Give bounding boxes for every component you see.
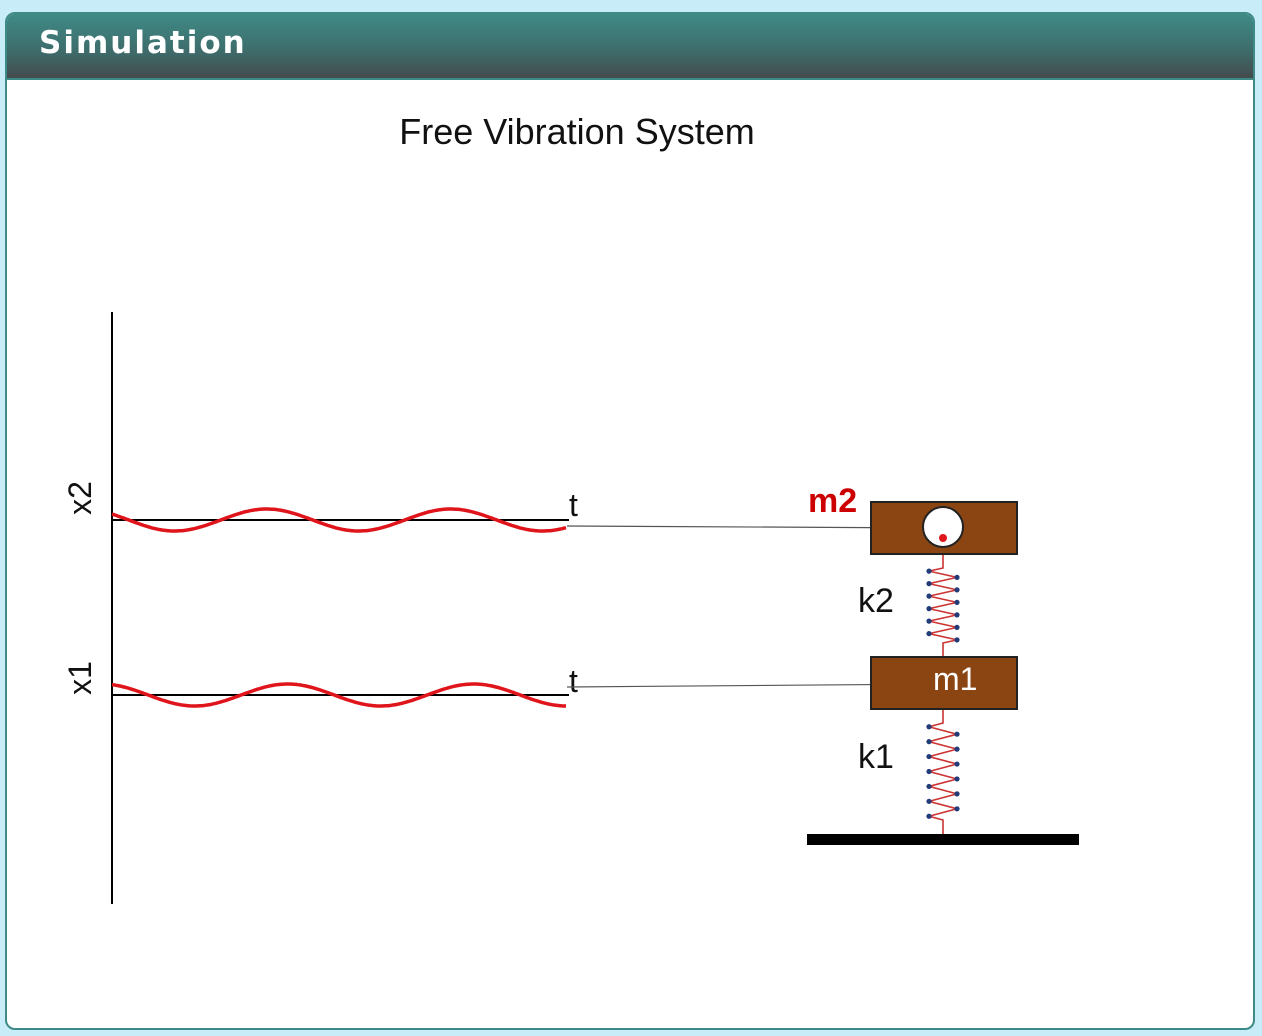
mass-m2-marker-dot: [939, 534, 947, 542]
simulation-panel: Simulation Free Vibration System x2 x1 t…: [5, 12, 1255, 1030]
spring-node: [926, 631, 932, 637]
spring-node: [954, 574, 960, 580]
spring-node: [926, 724, 932, 730]
spring-node: [926, 739, 932, 745]
spring-node: [926, 768, 932, 775]
spring-node: [954, 806, 960, 812]
spring-node: [954, 776, 960, 782]
spring-node: [926, 783, 932, 790]
spring-node: [926, 581, 932, 587]
vibration-diagram: Free Vibration System x2 x1 t t m2 m1 k2…: [62, 111, 1079, 904]
spring-k2: [926, 554, 960, 657]
diagram-title: Free Vibration System: [399, 111, 754, 152]
spring-node: [926, 606, 932, 612]
spring-k1: [925, 709, 961, 834]
spring-node: [926, 618, 932, 624]
time-label-x1: t: [569, 663, 578, 699]
mass-m2-label: m2: [808, 482, 857, 520]
spring-node: [954, 599, 960, 605]
axis-label-x2: x2: [62, 481, 98, 515]
spring-node: [954, 612, 960, 618]
spring-node: [954, 637, 960, 643]
spring-node: [926, 568, 932, 574]
spring-k1-label: k1: [858, 738, 894, 776]
spring-node: [954, 761, 960, 767]
ground-base: [807, 834, 1079, 845]
mass-m1-label: m1: [933, 661, 977, 697]
axis-label-x1: x1: [62, 661, 98, 695]
spring-node: [926, 798, 932, 804]
spring-node: [954, 746, 960, 752]
time-label-x2: t: [569, 487, 578, 523]
spring-node: [926, 593, 932, 599]
spring-node: [954, 791, 960, 797]
spring-k2-label: k2: [858, 582, 894, 620]
spring-node: [926, 813, 932, 819]
spring-node: [954, 624, 960, 630]
spring-node: [954, 587, 960, 593]
spring-coil: [928, 554, 958, 657]
spring-node: [954, 731, 960, 737]
spring-node: [926, 753, 932, 760]
spring-coil: [925, 709, 961, 834]
